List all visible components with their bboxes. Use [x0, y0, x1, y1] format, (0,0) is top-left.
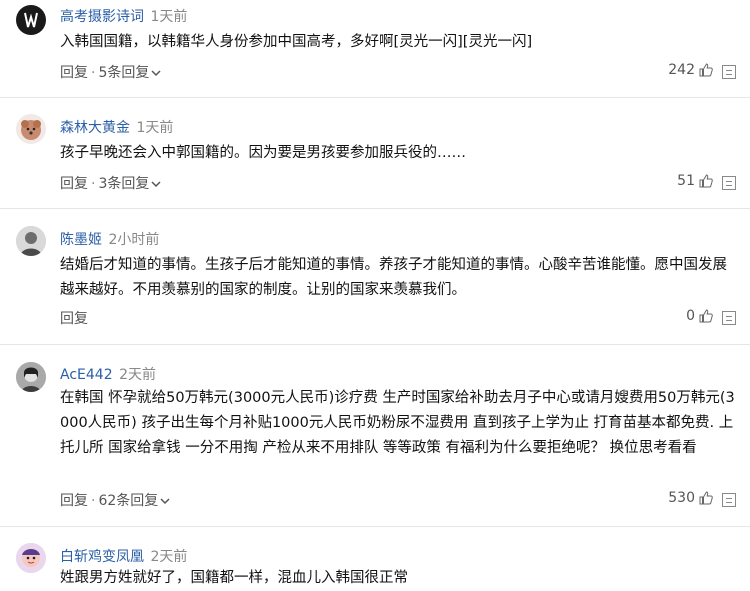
like-count: 242 — [668, 62, 695, 78]
comment-header: AcE442 2天前 — [60, 364, 156, 384]
like-button[interactable]: 0 — [686, 308, 714, 324]
like-button[interactable]: 530 — [668, 490, 714, 506]
separator: · — [91, 176, 96, 192]
timestamp: 1天前 — [150, 9, 188, 25]
username[interactable]: 森林大黄金 — [60, 120, 130, 136]
separator: · — [91, 65, 96, 81]
username[interactable]: AcE442 — [60, 367, 113, 383]
comment-actions: 回复 · 62条回复 — [60, 490, 170, 510]
replies-count: 3条回复 — [98, 176, 150, 192]
comment-text: 在韩国 怀孕就给50万韩元(3000元人民币)诊疗费 生产时国家给补助去月子中心… — [60, 390, 735, 456]
comment-text: 孩子早晚还会入中郭国籍的。因为要是男孩要参加服兵役的…… — [60, 145, 466, 161]
replies-toggle[interactable]: 3条回复 — [98, 176, 161, 192]
username[interactable]: 白斩鸡变凤凰 — [60, 549, 144, 565]
more-options-icon[interactable] — [722, 493, 736, 507]
timestamp: 2天前 — [150, 549, 188, 565]
portrait-avatar-icon[interactable] — [16, 362, 46, 392]
thumbs-up-icon — [699, 174, 713, 188]
divider — [0, 344, 750, 345]
divider — [0, 208, 750, 209]
like-count: 51 — [677, 173, 695, 189]
timestamp: 1天前 — [136, 120, 174, 136]
timestamp: 2天前 — [119, 367, 156, 383]
comment-text: 结婚后才知道的事情。生孩子后才能知道的事情。养孩子才能知道的事情。心酸辛苦谁能懂… — [60, 257, 727, 298]
more-options-icon[interactable] — [722, 65, 736, 79]
divider — [0, 97, 750, 98]
comment-actions: 回复 — [60, 308, 88, 328]
reply-button[interactable]: 回复 — [60, 311, 88, 327]
comment-header: 高考摄影诗词 1天前 — [60, 6, 187, 26]
replies-count: 62条回复 — [98, 493, 159, 509]
thumbs-up-icon — [699, 63, 713, 77]
more-options-icon[interactable] — [722, 311, 736, 325]
comment-actions: 回复 · 5条回复 — [60, 62, 161, 82]
person-avatar-icon[interactable] — [16, 226, 46, 256]
comment-text: 姓跟男方姓就好了，国籍都一样，混血儿入韩国很正常 — [60, 570, 408, 586]
replies-count: 5条回复 — [98, 65, 150, 81]
username[interactable]: 陈墨姬 — [60, 232, 102, 248]
comment-header: 白斩鸡变凤凰 2天前 — [60, 546, 187, 566]
comment-actions: 回复 · 3条回复 — [60, 173, 161, 193]
timestamp: 2小时前 — [108, 232, 160, 248]
replies-toggle[interactable]: 62条回复 — [98, 493, 170, 509]
username[interactable]: 高考摄影诗词 — [60, 9, 144, 25]
thumbs-up-icon — [699, 309, 713, 323]
chevron-down-icon — [160, 498, 170, 505]
chevron-down-icon — [151, 70, 161, 77]
separator: · — [91, 493, 96, 509]
like-count: 530 — [668, 490, 695, 506]
dog-avatar-icon[interactable] — [16, 114, 46, 144]
like-count: 0 — [686, 308, 695, 324]
reply-button[interactable]: 回复 — [60, 65, 88, 81]
more-options-icon[interactable] — [722, 176, 736, 190]
reply-button[interactable]: 回复 — [60, 493, 88, 509]
comment-header: 陈墨姬 2小时前 — [60, 229, 159, 249]
comment-text: 入韩国国籍，以韩籍华人身份参加中国高考，多好啊[灵光一闪][灵光一闪] — [60, 34, 533, 50]
comment-header: 森林大黄金 1天前 — [60, 117, 173, 137]
logo-avatar-icon[interactable] — [16, 5, 46, 35]
thumbs-up-icon — [699, 491, 713, 505]
divider — [0, 526, 750, 527]
like-button[interactable]: 51 — [677, 173, 714, 189]
reply-button[interactable]: 回复 — [60, 176, 88, 192]
chevron-down-icon — [151, 181, 161, 188]
like-button[interactable]: 242 — [668, 62, 714, 78]
replies-toggle[interactable]: 5条回复 — [98, 65, 161, 81]
cartoon-avatar-icon[interactable] — [16, 543, 46, 573]
